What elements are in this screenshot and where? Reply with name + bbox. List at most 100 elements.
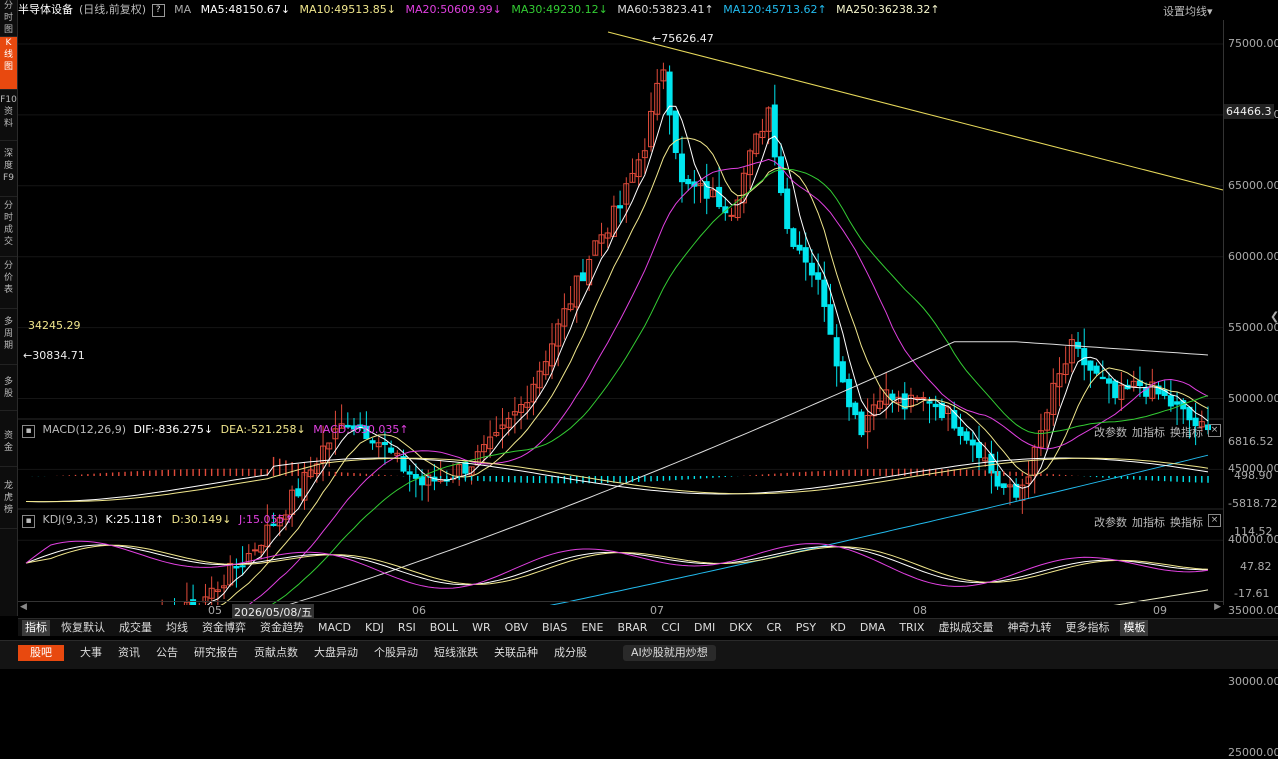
ma30-value: MA30:49230.12↓: [511, 3, 608, 16]
price-tick: 50000.00: [1228, 391, 1278, 405]
macd-params-button[interactable]: 改参数: [1094, 424, 1127, 440]
macd-toggle-icon[interactable]: ▪: [22, 425, 35, 438]
sidebar-item-multi-stock[interactable]: 多 股: [0, 376, 17, 411]
x-axis: ◀ ▶: [18, 601, 1223, 618]
indicator-tab[interactable]: 神奇九转: [1004, 620, 1054, 636]
price-tick: 35000.00: [1228, 604, 1278, 618]
indicator-tab[interactable]: CR: [763, 620, 784, 636]
ai-stock-button[interactable]: AI炒股就用炒想: [623, 645, 716, 661]
x-tick-09: 09: [1153, 604, 1167, 617]
indicator-tab[interactable]: PSY: [793, 620, 819, 636]
scroll-right-icon[interactable]: ▶: [1214, 602, 1221, 612]
indicator-tab[interactable]: 成交量: [116, 620, 155, 636]
candle-body: [914, 397, 921, 400]
candle-body: [963, 431, 970, 441]
indicator-tab[interactable]: KD: [827, 620, 849, 636]
indicator-tab[interactable]: ENE: [578, 620, 606, 636]
x-tick-08: 08: [913, 604, 927, 617]
help-icon[interactable]: ?: [151, 3, 165, 17]
bottom-tab[interactable]: 公告: [156, 645, 178, 661]
indicator-tab[interactable]: BRAR: [614, 620, 650, 636]
ma-header: 半导体设备 (日线,前复权) ? MA MA5:48150.67↓ MA10:49…: [18, 0, 1218, 20]
candle-body: [1075, 341, 1082, 349]
indicator-tab[interactable]: 更多指标: [1062, 620, 1112, 636]
trend-line[interactable]: [607, 31, 1224, 191]
bottom-tab[interactable]: 研究报告: [194, 645, 238, 661]
indicator-tab[interactable]: OBV: [502, 620, 531, 636]
kdj-header: ▪ KDJ(9,3,3) K:25.118↑ D:30.149↓ J:15.05…: [22, 512, 298, 528]
sidebar-item-depth[interactable]: 深 度 F9: [0, 148, 17, 197]
bottom-tab[interactable]: 贡献点数: [254, 645, 298, 661]
bottom-tab[interactable]: 股吧: [18, 645, 64, 661]
kdj-add-button[interactable]: 加指标: [1132, 514, 1165, 530]
price-tick: 65000.00: [1228, 178, 1278, 192]
indicator-tab[interactable]: MACD: [315, 620, 354, 636]
indicator-tab[interactable]: 恢复默认: [58, 620, 108, 636]
ma10-value: MA10:49513.85↓: [299, 3, 396, 16]
left-sidebar: 分时 图 K 线 图 F10 资 料 深 度 F9 分 时 成 交 分 价 表 …: [0, 0, 18, 616]
kdj-j-line: [25, 540, 1209, 589]
bottom-tab[interactable]: 资讯: [118, 645, 140, 661]
candle-body: [295, 488, 302, 497]
candle-body: [1105, 378, 1112, 384]
x-tick-06: 06: [412, 604, 426, 617]
macd-dif: DIF:-836.275↓: [133, 423, 214, 436]
sidebar-item-price-table[interactable]: 分 价 表: [0, 260, 17, 309]
indicator-tab[interactable]: BOLL: [427, 620, 461, 636]
candle-body: [938, 402, 945, 419]
candle-body: [889, 393, 896, 400]
candle-body: [1087, 360, 1094, 371]
candle-body: [802, 247, 809, 263]
macd-add-button[interactable]: 加指标: [1132, 424, 1165, 440]
indicator-tab[interactable]: 资金博弈: [199, 620, 249, 636]
sidebar-item-capital[interactable]: 资 金: [0, 430, 17, 467]
sidebar-item-trades[interactable]: 分 时 成 交: [0, 200, 17, 257]
sidebar-item-multi-period[interactable]: 多 周 期: [0, 316, 17, 365]
sidebar-item-f10[interactable]: F10 资 料: [0, 94, 17, 141]
indicator-tab[interactable]: KDJ: [362, 620, 387, 636]
bottom-tab[interactable]: 短线涨跌: [434, 645, 478, 661]
high-annotation: ←75626.47: [652, 32, 714, 45]
bottom-tab[interactable]: 关联品种: [494, 645, 538, 661]
macd-switch-button[interactable]: 换指标: [1170, 424, 1203, 440]
bottom-tab[interactable]: 成分股: [554, 645, 587, 661]
bottom-tab[interactable]: 大盘异动: [314, 645, 358, 661]
indicator-tab[interactable]: RSI: [395, 620, 419, 636]
candle-body: [808, 262, 815, 276]
scroll-left-icon[interactable]: ◀: [20, 602, 27, 612]
indicator-tab[interactable]: 模板: [1120, 620, 1149, 636]
indicator-tab[interactable]: 虚拟成交量: [935, 620, 996, 636]
period-label: (日线,前复权): [79, 3, 147, 16]
kdj-toggle-icon[interactable]: ▪: [22, 515, 35, 528]
sidebar-item-kline[interactable]: K 线 图: [0, 37, 17, 90]
indicator-tab[interactable]: CCI: [658, 620, 683, 636]
indicator-tab[interactable]: WR: [469, 620, 494, 636]
kdj-k-line: [25, 544, 1208, 586]
ma-settings-button[interactable]: 设置均线▾: [1163, 3, 1213, 19]
candle-body: [926, 401, 933, 404]
ma60-line: [286, 341, 1209, 605]
indicator-tab[interactable]: 资金趋势: [257, 620, 307, 636]
candle-body: [716, 186, 723, 208]
indicator-tab[interactable]: BIAS: [539, 620, 570, 636]
candle-body: [957, 426, 964, 436]
indicator-tab[interactable]: 均线: [163, 620, 191, 636]
indicator-tab[interactable]: TRIX: [896, 620, 927, 636]
kdj-switch-button[interactable]: 换指标: [1170, 514, 1203, 530]
sidebar-item-timeshare[interactable]: 分时 图: [0, 0, 17, 37]
indicator-tab[interactable]: DKX: [726, 620, 755, 636]
kdj-params-button[interactable]: 改参数: [1094, 514, 1127, 530]
candle-body: [771, 104, 778, 158]
candle-body: [846, 378, 853, 408]
bottom-tab[interactable]: 个股异动: [374, 645, 418, 661]
sidebar-item-dragon-tiger[interactable]: 龙 虎 榜: [0, 480, 17, 529]
kdj-close-icon[interactable]: ×: [1208, 514, 1221, 527]
indicator-tab[interactable]: DMA: [857, 620, 889, 636]
indicator-tab[interactable]: 指标: [22, 620, 50, 636]
macd-close-icon[interactable]: ×: [1208, 424, 1221, 437]
bottom-tab[interactable]: 大事: [80, 645, 102, 661]
candle-body: [969, 439, 976, 446]
candle-body: [239, 565, 246, 568]
indicator-tab[interactable]: DMI: [691, 620, 718, 636]
candle-body: [678, 153, 685, 183]
